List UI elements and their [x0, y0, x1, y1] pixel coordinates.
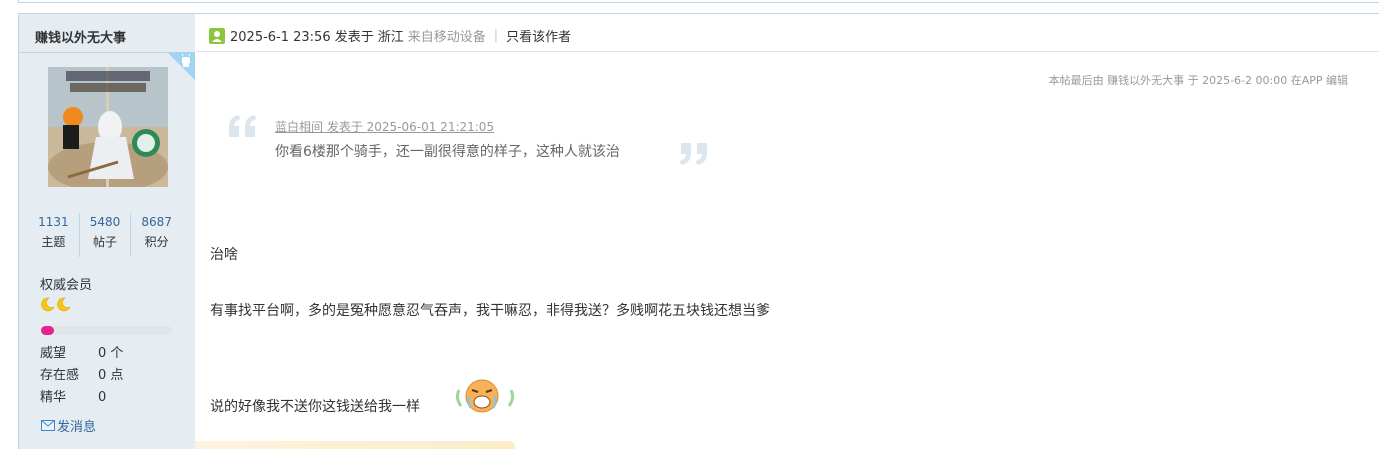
send-message-label: 发消息: [57, 420, 97, 435]
post-location: 浙江: [377, 30, 404, 45]
author-only-link[interactable]: 只看该作者: [506, 26, 571, 45]
post-line: 说的好像我不送你这钱送给我一样: [210, 399, 420, 415]
info-row-prestige: 威望 0 个: [40, 343, 123, 365]
user-icon: [209, 27, 225, 44]
quote-author-link[interactable]: 蓝白相间 发表于 2025-06-01 21:21:05: [275, 118, 494, 135]
quote-open-icon: [229, 115, 256, 137]
author-info: 威望 0 个 存在感 0 点 精华 0: [40, 343, 123, 409]
post-timestamp: 2025-6-1 23:56 发表于: [230, 30, 374, 45]
post-device: 来自移动设备: [407, 30, 486, 45]
send-message-link[interactable]: 发消息: [41, 416, 96, 435]
stat-value: 1131: [38, 215, 69, 229]
author-name-link[interactable]: 赚钱以外无大事: [35, 27, 126, 46]
header-separator: |: [493, 28, 499, 43]
stat-label: 帖子: [93, 235, 118, 249]
credit-progress-fill: [41, 326, 55, 335]
info-label: 存在感: [40, 368, 80, 383]
author-sidebar: 赚钱以外无大事 1131 主题 5480 帖子 8687 积分 权威会员 威望 …: [19, 14, 195, 449]
smiley-icon: [455, 379, 515, 413]
stat-label: 主题: [41, 235, 66, 249]
edit-note: 本帖最后由 赚钱以外无大事 于 2025-6-2 00:00 在APP 编辑: [1048, 74, 1348, 87]
post-line: 治啥: [210, 247, 238, 263]
stat-value: 8687: [141, 215, 172, 229]
post-header: 2025-6-1 23:56 发表于 浙江 来自移动设备 | 只看该作者: [196, 14, 1379, 52]
user-group-link[interactable]: 权威会员: [40, 274, 92, 293]
moon-icon: [41, 297, 55, 312]
mail-icon: [41, 420, 55, 431]
stat-threads[interactable]: 1131 主题: [28, 213, 79, 257]
credit-progress-bar: [41, 326, 172, 335]
rank-stars: [40, 297, 71, 312]
info-row-presence: 存在感 0 点: [40, 365, 123, 387]
avatar[interactable]: [48, 67, 168, 187]
info-label: 精华: [40, 390, 67, 405]
previous-post-frame: [18, 0, 1379, 3]
android-icon: [167, 52, 195, 80]
post-meta: 2025-6-1 23:56 发表于 浙江 来自移动设备 | 只看该作者: [209, 26, 571, 45]
info-value: 0 点: [98, 368, 124, 383]
info-row-digest: 精华 0: [40, 387, 123, 409]
stat-credits[interactable]: 8687 积分: [130, 213, 182, 257]
post-line: 有事找平台啊，多的是冤种愿意忍气吞声，我干嘛忍，非得我送？多贱啊花五块钱还想当爹: [210, 303, 770, 319]
moon-icon: [57, 297, 71, 312]
author-stats: 1131 主题 5480 帖子 8687 积分: [28, 213, 182, 257]
stat-posts[interactable]: 5480 帖子: [78, 213, 131, 257]
info-value: 0: [98, 390, 107, 405]
stat-label: 积分: [144, 235, 169, 249]
stat-value: 5480: [89, 215, 121, 229]
quote-close-icon: [680, 143, 707, 165]
info-label: 威望: [40, 346, 67, 361]
info-value: 0 个: [98, 346, 124, 361]
bottom-notice-strip: [195, 441, 515, 449]
quote-text: 你看6楼那个骑手，还一副很得意的样子，这种人就该治: [275, 144, 620, 160]
